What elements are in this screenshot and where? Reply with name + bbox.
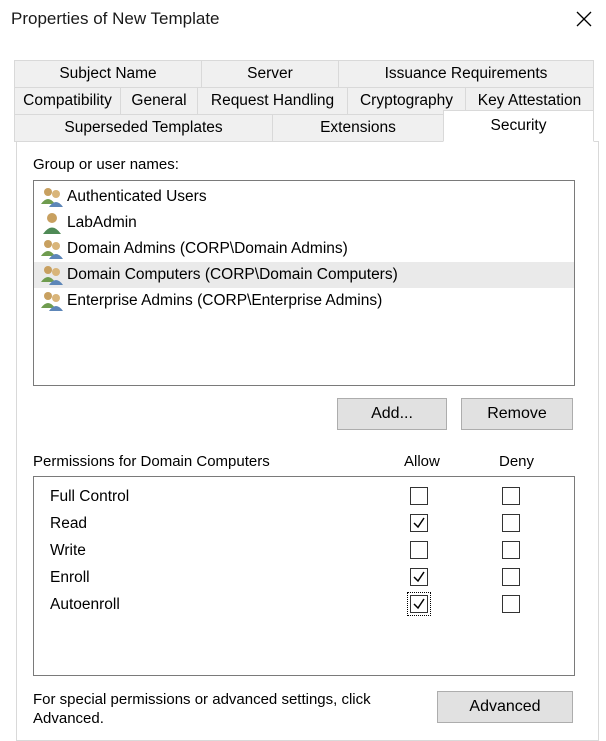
checkmark-icon	[413, 571, 425, 583]
tab-compatibility[interactable]: Compatibility	[14, 87, 121, 115]
remove-button[interactable]: Remove	[461, 398, 573, 430]
permission-row-enroll: Enroll	[50, 566, 570, 590]
permission-name: Autoenroll	[50, 596, 120, 613]
permission-name: Enroll	[50, 569, 90, 586]
permission-name: Read	[50, 515, 88, 532]
tab-subject-name[interactable]: Subject Name	[14, 60, 202, 88]
allow-checkbox[interactable]	[410, 568, 428, 586]
list-item-enterprise-admins[interactable]: Enterprise Admins (CORP\Enterprise Admin…	[40, 288, 570, 314]
tab-server[interactable]: Server	[201, 60, 339, 88]
allow-checkbox[interactable]	[410, 514, 428, 532]
group-icon	[41, 188, 63, 207]
deny-checkbox[interactable]	[502, 514, 520, 532]
permission-row-full-control: Full Control	[50, 485, 570, 509]
tab-issuance-requirements[interactable]: Issuance Requirements	[338, 60, 594, 88]
permission-row-write: Write	[50, 539, 570, 563]
user-listbox[interactable]: Authenticated Users LabAdmin Domain Admi…	[33, 180, 575, 386]
deny-checkbox[interactable]	[502, 541, 520, 559]
close-icon	[576, 11, 592, 27]
allow-checkbox[interactable]	[410, 541, 428, 559]
deny-column-header: Deny	[499, 453, 535, 470]
group-icon	[41, 266, 63, 285]
user-name: LabAdmin	[67, 214, 137, 231]
add-button[interactable]: Add...	[337, 398, 447, 430]
list-item-labadmin[interactable]: LabAdmin	[40, 210, 570, 236]
deny-checkbox[interactable]	[502, 568, 520, 586]
tab-superseded-templates[interactable]: Superseded Templates	[14, 114, 273, 142]
allow-checkbox[interactable]	[407, 592, 431, 616]
tab-extensions[interactable]: Extensions	[272, 114, 444, 142]
list-item-authenticated-users[interactable]: Authenticated Users	[40, 184, 570, 210]
close-button[interactable]	[566, 2, 602, 36]
permissions-list: Full Control Read Write Enroll Autoenrol…	[33, 476, 575, 676]
permissions-label: Permissions for Domain Computers	[33, 453, 270, 470]
deny-checkbox[interactable]	[502, 595, 520, 613]
user-name: Domain Computers (CORP\Domain Computers)	[67, 266, 398, 283]
group-icon	[41, 240, 63, 259]
deny-checkbox[interactable]	[502, 487, 520, 505]
window-title: Properties of New Template	[11, 9, 220, 28]
tab-security[interactable]: Security	[443, 110, 594, 142]
allow-column-header: Allow	[404, 453, 440, 470]
user-name: Authenticated Users	[67, 188, 207, 205]
footer-text-line2: Advanced.	[33, 710, 104, 727]
permission-row-autoenroll: Autoenroll	[50, 592, 570, 617]
permission-name: Full Control	[50, 488, 130, 505]
list-item-domain-admins[interactable]: Domain Admins (CORP\Domain Admins)	[40, 236, 570, 262]
advanced-button[interactable]: Advanced	[437, 691, 573, 723]
permission-name: Write	[50, 542, 86, 559]
user-name: Domain Admins (CORP\Domain Admins)	[67, 240, 348, 257]
tab-request-handling[interactable]: Request Handling	[197, 87, 348, 115]
list-item-domain-computers[interactable]: Domain Computers (CORP\Domain Computers)	[34, 262, 574, 288]
group-names-label: Group or user names:	[33, 156, 179, 173]
tab-general[interactable]: General	[120, 87, 198, 115]
permission-row-read: Read	[50, 512, 570, 536]
allow-checkbox[interactable]	[410, 487, 428, 505]
user-name: Enterprise Admins (CORP\Enterprise Admin…	[67, 292, 383, 309]
footer-text-line1: For special permissions or advanced sett…	[33, 691, 371, 708]
checkmark-icon	[413, 517, 425, 529]
checkmark-icon	[413, 598, 425, 610]
user-icon	[43, 213, 61, 234]
group-icon	[41, 292, 63, 311]
